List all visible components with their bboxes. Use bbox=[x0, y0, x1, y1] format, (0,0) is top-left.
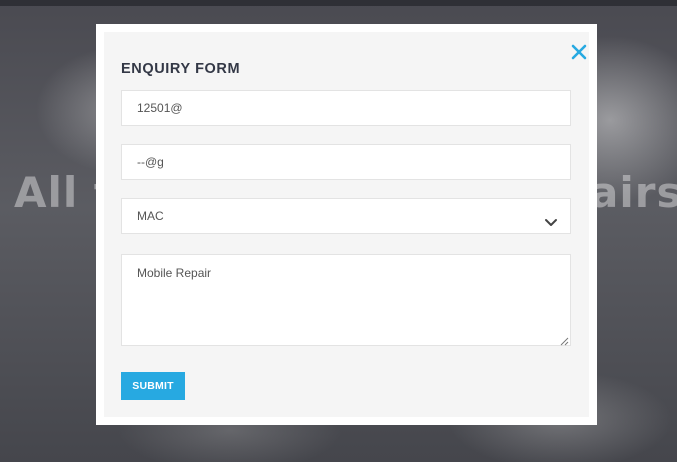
resize-handle-icon[interactable] bbox=[559, 334, 569, 346]
enquiry-field-1-value: 12501@ bbox=[137, 101, 183, 115]
chevron-down-icon bbox=[544, 209, 558, 226]
message-value: Mobile Repair bbox=[137, 266, 212, 280]
enquiry-modal: ENQUIRY FORM 12501@ --@g MAC Mobile Repa… bbox=[96, 24, 597, 425]
device-select-value: MAC bbox=[137, 209, 164, 223]
submit-button[interactable]: SUBMIT bbox=[121, 372, 185, 400]
message-textarea[interactable]: Mobile Repair bbox=[121, 254, 571, 346]
device-select[interactable]: MAC bbox=[121, 198, 571, 234]
close-icon[interactable] bbox=[570, 43, 588, 61]
hero-title-right: airs bbox=[590, 168, 677, 217]
top-bar bbox=[0, 0, 677, 6]
enquiry-field-2[interactable]: --@g bbox=[121, 144, 571, 180]
enquiry-field-1[interactable]: 12501@ bbox=[121, 90, 571, 126]
modal-body: ENQUIRY FORM 12501@ --@g MAC Mobile Repa… bbox=[104, 32, 589, 417]
enquiry-field-2-value: --@g bbox=[137, 155, 164, 169]
modal-title: ENQUIRY FORM bbox=[121, 61, 241, 77]
